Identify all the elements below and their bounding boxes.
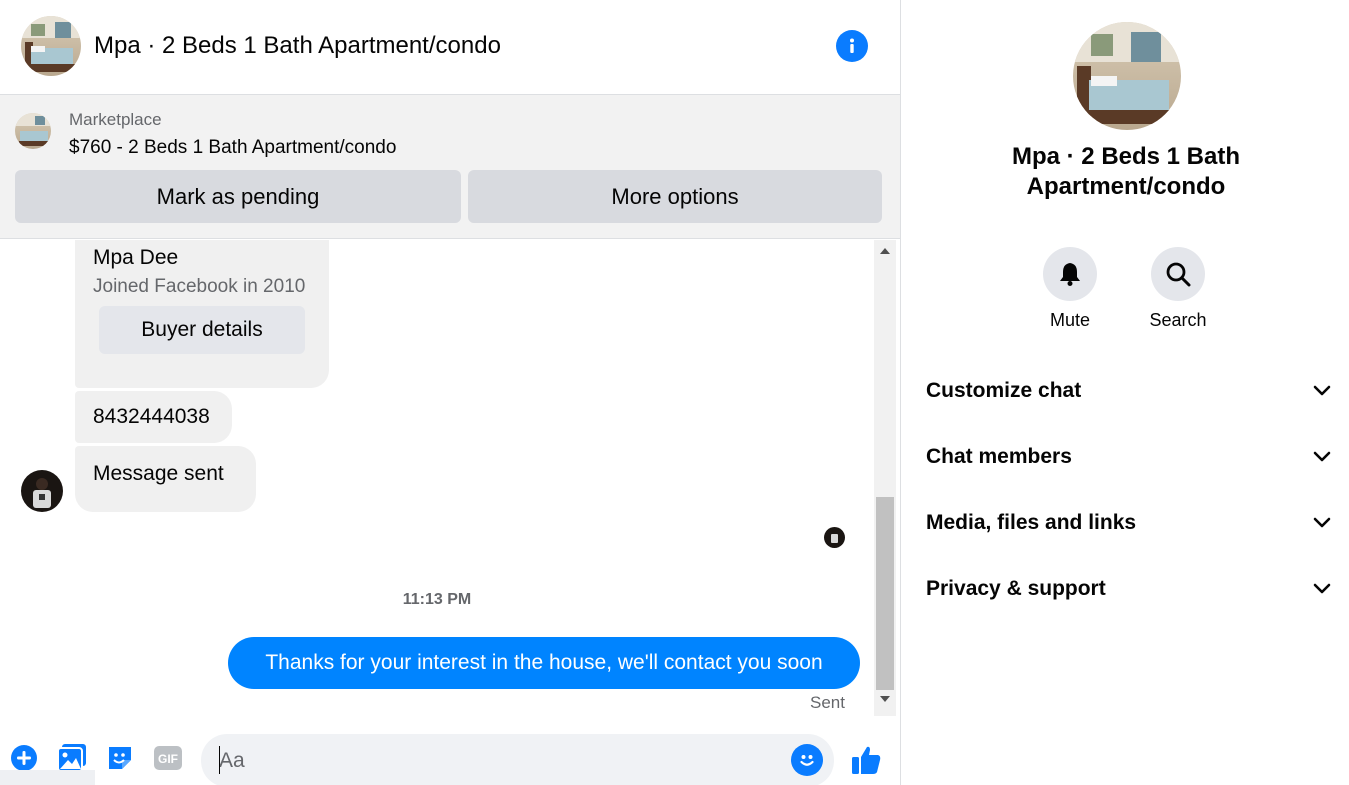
panel-listing-avatar[interactable]: [1073, 22, 1181, 130]
gif-icon[interactable]: GIF: [152, 742, 184, 774]
listing-avatar[interactable]: [21, 16, 81, 76]
buyer-details-button[interactable]: Buyer details: [99, 306, 305, 354]
chevron-down-icon: [1313, 583, 1331, 595]
chevron-down-icon: [1313, 451, 1331, 463]
delivery-status: Sent: [810, 693, 845, 712]
section-label: Chat members: [926, 445, 1072, 468]
chat-column: Mpa · 2 Beds 1 Bath Apartment/condo Mark…: [0, 0, 901, 785]
info-icon[interactable]: [836, 30, 868, 62]
bell-icon[interactable]: [1043, 247, 1097, 301]
read-receipt-avatar: [824, 527, 845, 548]
text-cursor: [219, 746, 220, 774]
buyer-avatar[interactable]: [21, 470, 63, 512]
tooltip-remnant: [0, 770, 95, 785]
outgoing-message[interactable]: Thanks for your interest in the house, w…: [228, 637, 860, 689]
message-composer: GIF: [0, 730, 900, 785]
scroll-thumb[interactable]: [876, 497, 894, 690]
section-privacy-support[interactable]: Privacy & support: [926, 569, 1331, 609]
incoming-message[interactable]: Message sent: [75, 446, 256, 512]
section-media-files-links[interactable]: Media, files and links: [926, 503, 1331, 543]
section-customize-chat[interactable]: Customize chat: [926, 371, 1331, 411]
section-label: Media, files and links: [926, 511, 1137, 534]
buyer-name: Mpa Dee: [93, 246, 179, 269]
chat-header: Mpa · 2 Beds 1 Bath Apartment/condo: [0, 0, 900, 95]
more-options-button[interactable]: More options: [468, 170, 882, 223]
scroll-down-arrow-icon[interactable]: [874, 694, 896, 710]
message-timestamp: 11:13 PM: [402, 591, 472, 608]
search-in-conversation-button[interactable]: Search: [1133, 247, 1223, 331]
mute-button[interactable]: Mute: [1025, 247, 1115, 331]
chevron-down-icon: [1313, 517, 1331, 529]
search-label: Search: [1149, 310, 1207, 330]
mute-label: Mute: [1049, 310, 1091, 330]
marketplace-label: Marketplace: [69, 110, 162, 129]
conversation-details-panel: Mpa · 2 Beds 1 Bath Apartment/condo Mute…: [901, 0, 1349, 785]
chevron-down-icon: [1313, 385, 1331, 397]
panel-title: Mpa · 2 Beds 1 Bath Apartment/condo: [1011, 143, 1241, 200]
thumbs-up-icon[interactable]: [848, 742, 884, 778]
search-icon[interactable]: [1151, 247, 1205, 301]
marketplace-banner: Marketplace $760 - 2 Beds 1 Bath Apartme…: [0, 95, 900, 239]
message-input[interactable]: [201, 734, 834, 785]
message-list[interactable]: Mpa Dee Joined Facebook in 2010 Buyer de…: [0, 240, 874, 716]
message-scrollbar[interactable]: [874, 240, 896, 716]
section-label: Customize chat: [926, 379, 1082, 402]
section-label: Privacy & support: [926, 577, 1106, 600]
listing-price-title[interactable]: $760 - 2 Beds 1 Bath Apartment/condo: [69, 137, 396, 159]
emoji-icon[interactable]: [791, 744, 823, 776]
buyer-joined-text: Joined Facebook in 2010: [93, 276, 306, 297]
svg-text:GIF: GIF: [158, 752, 178, 766]
conversation-title: Mpa · 2 Beds 1 Bath Apartment/condo: [94, 32, 501, 59]
buyer-card: Mpa Dee Joined Facebook in 2010 Buyer de…: [75, 240, 329, 388]
incoming-message[interactable]: 8432444038: [75, 391, 232, 443]
scroll-up-arrow-icon[interactable]: [874, 246, 896, 262]
messenger-window: Mpa · 2 Beds 1 Bath Apartment/condo Mark…: [0, 0, 1349, 785]
listing-thumbnail[interactable]: [15, 113, 51, 149]
sticker-icon[interactable]: [104, 742, 136, 774]
mark-as-pending-button[interactable]: Mark as pending: [15, 170, 461, 223]
section-chat-members[interactable]: Chat members: [926, 437, 1331, 477]
